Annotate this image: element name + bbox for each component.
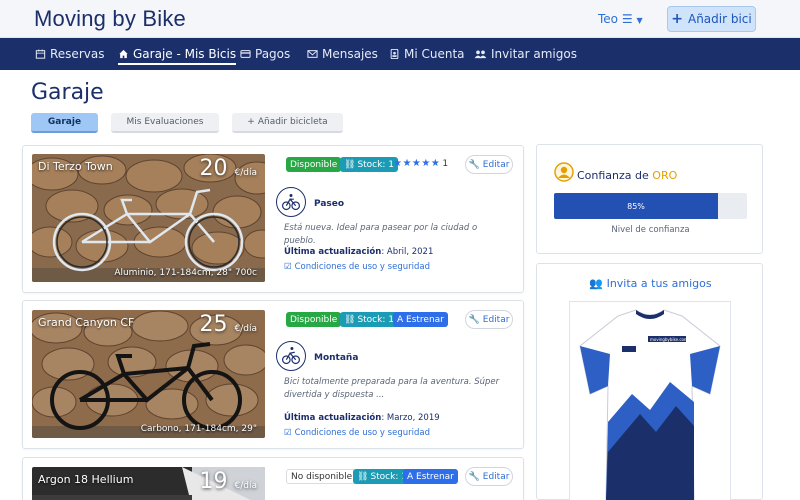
bike-price: 20 €/día (199, 156, 258, 181)
trust-title: Confianza de ORO (577, 169, 678, 182)
caret-down-icon: ▼ (636, 16, 643, 25)
bike-name: Grand Canyon CF (38, 316, 135, 329)
invite-card: 👥 Invita a tus amigos movingbybike.com (536, 263, 763, 500)
stock-badge: ⛓ Stock: 1 (340, 312, 398, 327)
edit-bike-button[interactable]: 🔧 Editar (465, 467, 513, 486)
bicycle-icon: ⛓ (344, 159, 356, 170)
tab-anadir-bicicleta[interactable]: + Añadir bicicleta (232, 113, 343, 133)
nav-label: Invitar amigos (491, 47, 577, 61)
page-title: Garaje (31, 80, 104, 105)
bike-photo[interactable]: Grand Canyon CF 25 €/día Carbono, 171-18… (32, 310, 265, 438)
add-bike-button[interactable]: + Añadir bici (667, 6, 756, 32)
users-icon: 👥 (589, 277, 604, 290)
bike-name: Di Terzo Town (38, 160, 113, 173)
conditions-link[interactable]: ☑ Condiciones de uso y seguridad (284, 262, 430, 272)
nav-item-invitar[interactable]: Invitar amigos (474, 38, 577, 70)
edit-bike-button[interactable]: 🔧 Editar (465, 310, 513, 329)
nav-item-mensajes[interactable]: Mensajes (307, 38, 378, 70)
bike-photo[interactable]: Argon 18 Hellium 19 €/día (32, 467, 265, 500)
main-nav: Reservas Garaje - Mis Bicis Pagos Mensaj… (0, 38, 800, 70)
bike-card: Grand Canyon CF 25 €/día Carbono, 171-18… (22, 300, 524, 449)
nav-item-pagos[interactable]: Pagos (240, 38, 290, 70)
wrench-icon: 🔧 (468, 314, 480, 325)
bike-price: 19 €/día (199, 469, 258, 494)
bike-specs: Aluminio, 171-184cm, 28" 700c (114, 268, 257, 278)
conditions-link[interactable]: ☑ Condiciones de uso y seguridad (284, 428, 430, 438)
wrench-icon: 🔧 (468, 471, 480, 482)
site-logo[interactable]: Moving by Bike (34, 6, 186, 32)
invite-title[interactable]: 👥 Invita a tus amigos (537, 277, 764, 290)
checkbox-icon: ☑ (284, 428, 292, 438)
id-badge-icon (390, 49, 399, 59)
bike-description: Bici totalmente preparada para la aventu… (284, 377, 500, 400)
nav-label: Mi Cuenta (404, 47, 465, 61)
bike-price: 25 €/día (199, 312, 258, 337)
tab-label: Añadir bicicleta (257, 117, 328, 127)
new-tag-badge: A Estrenar (393, 312, 448, 327)
nav-label: Pagos (255, 47, 291, 61)
trust-progress-bar: 85% (554, 193, 747, 219)
users-icon (474, 50, 487, 59)
home-icon (119, 49, 128, 59)
plus-icon: + (247, 117, 255, 127)
stock-badge: ⛓ Stock: 1 (340, 157, 398, 172)
bike-type: Montaña (314, 353, 359, 363)
last-updated: Última actualización: Marzo, 2019 (284, 413, 440, 423)
calendar-icon (35, 49, 46, 59)
cycling-jersey-illustration: movingbybike.com (579, 309, 721, 500)
last-updated: Última actualización: Abril, 2021 (284, 247, 434, 257)
wrench-icon: 🔧 (468, 159, 480, 170)
checkbox-icon: ☑ (284, 262, 292, 272)
plus-icon: + (671, 11, 683, 27)
rating-stars: ★★★★★ 1 (393, 158, 449, 169)
menu-bars-icon: ☰ (621, 12, 633, 26)
jersey-brand-text: movingbybike.com (650, 337, 688, 342)
envelope-icon (307, 50, 318, 58)
nav-item-garaje[interactable]: Garaje - Mis Bicis (118, 38, 237, 70)
city-bike-icon (276, 187, 306, 217)
tab-garaje[interactable]: Garaje (31, 113, 98, 133)
nav-label: Mensajes (322, 47, 378, 61)
bike-card: Argon 18 Hellium 19 €/día No disponible … (22, 457, 524, 500)
availability-badge: Disponible (286, 157, 342, 172)
nav-label: Garaje - Mis Bicis (133, 47, 237, 61)
bicycle-icon: ⛓ (357, 471, 369, 482)
bike-photo[interactable]: Di Terzo Town 20 €/día Aluminio, 171-184… (32, 154, 265, 282)
trust-level-caption: Nivel de confianza (611, 225, 690, 235)
trust-progress-fill: 85% (554, 193, 719, 219)
bike-specs: Carbono, 171-184cm, 29" (140, 424, 257, 434)
mountain-bike-icon (276, 341, 306, 371)
new-tag-badge: A Estrenar (403, 469, 458, 484)
user-menu[interactable]: Teo ☰ ▼ (598, 12, 643, 26)
user-avatar-icon (554, 162, 574, 182)
tab-mis-evaluaciones[interactable]: Mis Evaluaciones (111, 113, 219, 133)
nav-label: Reservas (50, 47, 105, 61)
rating-count: 1 (442, 159, 449, 169)
add-bike-label: Añadir bici (687, 12, 752, 26)
nav-item-mi-cuenta[interactable]: Mi Cuenta (389, 38, 465, 70)
bike-name: Argon 18 Hellium (38, 473, 134, 486)
bicycle-icon: ⛓ (344, 314, 356, 325)
availability-badge: No disponible (286, 469, 358, 484)
jersey-image[interactable]: movingbybike.com (569, 301, 731, 500)
nav-item-reservas[interactable]: Reservas (35, 38, 104, 70)
availability-badge: Disponible (286, 312, 342, 327)
trust-card: Confianza de ORO 85% Nivel de confianza (536, 144, 763, 254)
bike-description: Está nueva. Ideal para pasear por la ciu… (284, 223, 478, 246)
top-bar: Moving by Bike Teo ☰ ▼ + Añadir bici (0, 0, 800, 38)
credit-card-icon (240, 50, 251, 58)
bike-type: Paseo (314, 199, 345, 209)
user-name: Teo (598, 12, 619, 26)
edit-bike-button[interactable]: 🔧 Editar (465, 155, 513, 174)
bike-card: Di Terzo Town 20 €/día Aluminio, 171-184… (22, 145, 524, 293)
